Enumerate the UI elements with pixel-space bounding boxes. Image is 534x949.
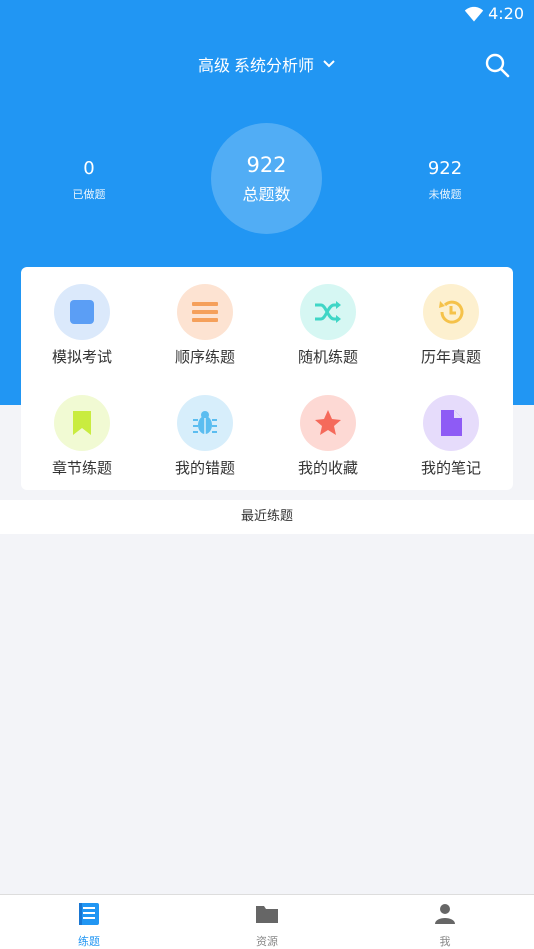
feature-my-notes[interactable]: 我的笔记 — [391, 395, 511, 478]
square-icon — [54, 284, 110, 340]
recent-practice-label: 最近练题 — [240, 509, 293, 524]
stat-undone-label: 未做题 — [428, 188, 462, 201]
nav-tab-practice[interactable]: 练题 — [29, 901, 149, 949]
stat-done-value: 0 — [83, 158, 95, 179]
exam-selector[interactable]: 高级 系统分析师 — [0, 52, 534, 76]
feature-my-favorites[interactable]: 我的收藏 — [268, 395, 388, 478]
note-icon — [423, 395, 479, 451]
stat-done: 0 已做题 — [29, 158, 149, 202]
feature-past-exams[interactable]: 历年真题 — [391, 284, 511, 367]
bookmark-icon — [54, 395, 110, 451]
book-icon — [79, 903, 99, 925]
bottom-nav: 练题 资源 我 — [0, 894, 534, 949]
feature-label: 随机练题 — [297, 348, 358, 366]
feature-random-practice[interactable]: 随机练题 — [268, 284, 388, 367]
stat-total-label: 总题数 — [242, 185, 291, 204]
nav-tab-resources[interactable]: 资源 — [207, 901, 327, 949]
feature-card: 模拟考试 顺序练题 随机练题 历年真题 章节练题 我的错题 我的收藏 我的笔记 — [21, 267, 513, 490]
history-icon — [423, 284, 479, 340]
feature-sequential-practice[interactable]: 顺序练题 — [145, 284, 265, 367]
chevron-down-icon — [323, 60, 335, 68]
bug-icon — [177, 395, 233, 451]
exam-level: 高级 — [197, 56, 230, 75]
feature-label: 我的收藏 — [297, 459, 358, 477]
stat-undone: 922 未做题 — [385, 158, 505, 202]
status-bar: 4:20 — [0, 0, 534, 30]
nav-label: 练题 — [78, 935, 100, 948]
stat-total-value: 922 — [246, 153, 287, 177]
list-icon — [177, 284, 233, 340]
stat-undone-value: 922 — [427, 158, 463, 179]
feature-label: 模拟考试 — [51, 348, 112, 366]
nav-label: 我 — [439, 935, 451, 948]
feature-label: 历年真题 — [420, 348, 481, 366]
stat-done-label: 已做题 — [72, 188, 106, 201]
exam-name: 系统分析师 — [234, 56, 315, 75]
feature-label: 我的错题 — [174, 459, 235, 477]
nav-label: 资源 — [256, 935, 278, 948]
folder-icon — [256, 906, 278, 923]
user-icon — [435, 904, 455, 924]
nav-tab-me[interactable]: 我 — [385, 901, 505, 949]
feature-label: 章节练题 — [51, 459, 112, 477]
feature-mock-exam[interactable]: 模拟考试 — [22, 284, 142, 367]
search-icon[interactable] — [484, 52, 510, 78]
wifi-icon — [464, 6, 484, 22]
recent-practice-header[interactable]: 最近练题 — [0, 500, 534, 534]
feature-my-mistakes[interactable]: 我的错题 — [145, 395, 265, 478]
header: 高级 系统分析师 — [0, 40, 534, 88]
star-icon — [300, 395, 356, 451]
stat-total: 922 总题数 — [211, 123, 322, 234]
feature-label: 我的笔记 — [420, 459, 481, 477]
status-time: 4:20 — [488, 4, 524, 23]
shuffle-icon — [300, 284, 356, 340]
feature-label: 顺序练题 — [174, 348, 235, 366]
feature-chapter-practice[interactable]: 章节练题 — [22, 395, 142, 478]
